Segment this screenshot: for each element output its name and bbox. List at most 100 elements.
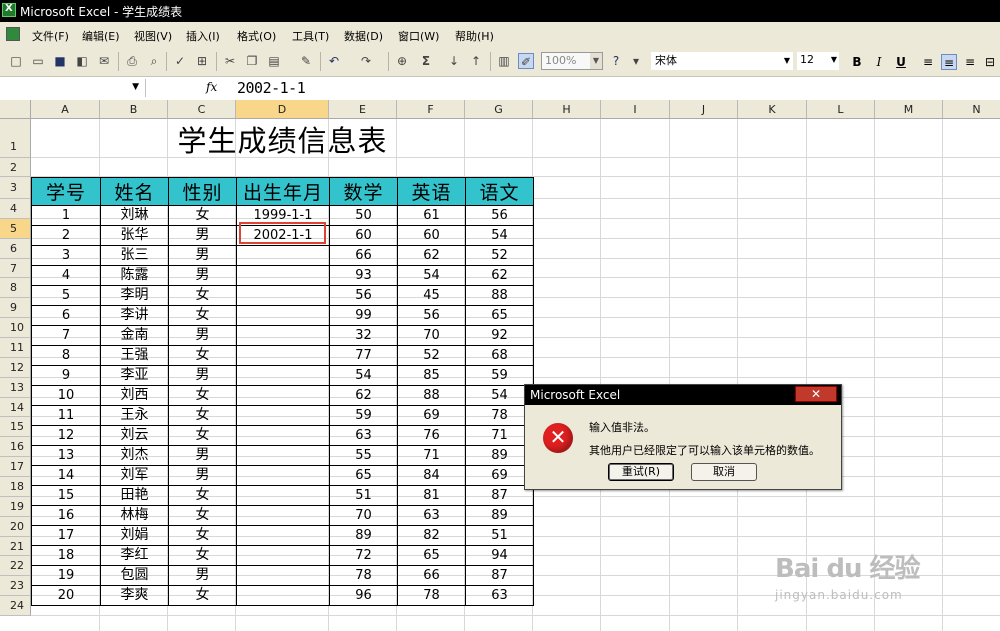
cell-birth-date[interactable]	[236, 345, 330, 366]
menu-insert[interactable]: 插入(I)	[186, 28, 220, 44]
print-icon[interactable]: ⎙	[124, 53, 140, 69]
sort-descending-icon[interactable]: ↑	[468, 53, 484, 69]
cell-chinese[interactable]: 63	[465, 585, 534, 606]
cell-english[interactable]: 85	[397, 365, 466, 386]
cell-student-id[interactable]: 17	[31, 525, 101, 546]
cell-math[interactable]: 78	[329, 565, 398, 586]
column-header-h[interactable]: H	[533, 100, 601, 119]
cell-math[interactable]: 96	[329, 585, 398, 606]
cell-birth-date[interactable]	[236, 545, 330, 566]
menu-data[interactable]: 数据(D)	[344, 28, 383, 44]
cell-name[interactable]: 田艳	[100, 485, 169, 506]
cell-math[interactable]: 77	[329, 345, 398, 366]
align-right-icon[interactable]: ≡	[962, 54, 978, 70]
column-header-b[interactable]: B	[100, 100, 168, 119]
row-header-1[interactable]: 1	[0, 119, 31, 158]
cell-math[interactable]: 72	[329, 545, 398, 566]
cell-gender[interactable]: 女	[168, 305, 237, 326]
menu-format[interactable]: 格式(O)	[237, 28, 276, 44]
cell-english[interactable]: 45	[397, 285, 466, 306]
align-center-icon[interactable]: ≡	[941, 54, 957, 70]
cell-math[interactable]: 51	[329, 485, 398, 506]
hyperlink-icon[interactable]: ⊕	[394, 53, 410, 69]
cell-student-id[interactable]: 19	[31, 565, 101, 586]
menu-edit[interactable]: 编辑(E)	[82, 28, 120, 44]
menu-view[interactable]: 视图(V)	[134, 28, 172, 44]
cell-gender[interactable]: 女	[168, 545, 237, 566]
column-header-a[interactable]: A	[31, 100, 100, 119]
row-header-8[interactable]: 8	[0, 278, 31, 299]
cell-chinese[interactable]: 94	[465, 545, 534, 566]
cell-birth-date[interactable]	[236, 505, 330, 526]
cell-english[interactable]: 54	[397, 265, 466, 286]
header-english[interactable]: 英语	[397, 177, 466, 206]
cut-icon[interactable]: ✂	[222, 53, 238, 69]
merge-center-icon[interactable]: ⊟	[982, 54, 998, 70]
cell-birth-date[interactable]	[236, 325, 330, 346]
cell-gender[interactable]: 女	[168, 525, 237, 546]
cell-chinese[interactable]: 52	[465, 245, 534, 266]
cell-name[interactable]: 刘军	[100, 465, 169, 486]
cell-chinese[interactable]: 54	[465, 225, 534, 246]
row-header-10[interactable]: 10	[0, 318, 31, 339]
cell-name[interactable]: 包圆	[100, 565, 169, 586]
cell-name[interactable]: 刘娟	[100, 525, 169, 546]
fx-icon[interactable]: fx	[206, 80, 217, 94]
cell-chinese[interactable]: 56	[465, 205, 534, 226]
cell-math[interactable]: 93	[329, 265, 398, 286]
header-chinese[interactable]: 语文	[465, 177, 534, 206]
column-header-g[interactable]: G	[465, 100, 533, 119]
cell-name[interactable]: 李讲	[100, 305, 169, 326]
header-student-id[interactable]: 学号	[31, 177, 101, 206]
cell-gender[interactable]: 男	[168, 265, 237, 286]
cell-student-id[interactable]: 11	[31, 405, 101, 426]
research-icon[interactable]: ⊞	[194, 53, 210, 69]
row-header-4[interactable]: 4	[0, 199, 31, 219]
cell-chinese[interactable]: 59	[465, 365, 534, 386]
cell-student-id[interactable]: 20	[31, 585, 101, 606]
cell-name[interactable]: 刘琳	[100, 205, 169, 226]
retry-button[interactable]: 重试(R)	[608, 463, 674, 481]
cell-name[interactable]: 金南	[100, 325, 169, 346]
cell-name[interactable]: 刘杰	[100, 445, 169, 466]
cell-student-id[interactable]: 1	[31, 205, 101, 226]
cell-gender[interactable]: 男	[168, 565, 237, 586]
formula-input[interactable]: 2002-1-1	[237, 79, 306, 97]
cell-birth-date[interactable]	[236, 425, 330, 446]
cell-math[interactable]: 63	[329, 425, 398, 446]
zoom-select[interactable]: 100% ▼	[541, 52, 603, 70]
cell-english[interactable]: 71	[397, 445, 466, 466]
sort-ascending-icon[interactable]: ↓	[446, 53, 462, 69]
row-header-16[interactable]: 16	[0, 437, 31, 458]
row-header-11[interactable]: 11	[0, 338, 31, 358]
format-painter-icon[interactable]: ✎	[298, 53, 314, 69]
font-select[interactable]: 宋体 ▼	[651, 52, 793, 70]
email-icon[interactable]: ✉	[96, 53, 112, 69]
print-preview-icon[interactable]: ⌕	[146, 53, 162, 69]
row-header-20[interactable]: 20	[0, 516, 31, 537]
cell-english[interactable]: 60	[397, 225, 466, 246]
menu-window[interactable]: 窗口(W)	[398, 28, 439, 44]
row-header-14[interactable]: 14	[0, 397, 31, 418]
row-header-19[interactable]: 19	[0, 496, 31, 517]
cell-gender[interactable]: 女	[168, 385, 237, 406]
cell-gender[interactable]: 男	[168, 465, 237, 486]
cell-name[interactable]: 林梅	[100, 505, 169, 526]
cell-student-id[interactable]: 16	[31, 505, 101, 526]
row-header-2[interactable]: 2	[0, 158, 31, 177]
underline-button[interactable]: U	[893, 54, 909, 70]
cell-gender[interactable]: 男	[168, 325, 237, 346]
cell-student-id[interactable]: 7	[31, 325, 101, 346]
cell-english[interactable]: 76	[397, 425, 466, 446]
chevron-down-icon[interactable]: ▼	[590, 53, 602, 69]
toolbar-options-icon[interactable]: ▾	[628, 53, 644, 69]
cell-english[interactable]: 84	[397, 465, 466, 486]
cell-chinese[interactable]: 51	[465, 525, 534, 546]
save-icon[interactable]: ■	[52, 53, 68, 69]
cell-english[interactable]: 88	[397, 385, 466, 406]
column-header-l[interactable]: L	[807, 100, 875, 119]
cell-birth-date[interactable]	[236, 565, 330, 586]
cell-gender[interactable]: 男	[168, 365, 237, 386]
cell-math[interactable]: 60	[329, 225, 398, 246]
cell-math[interactable]: 32	[329, 325, 398, 346]
